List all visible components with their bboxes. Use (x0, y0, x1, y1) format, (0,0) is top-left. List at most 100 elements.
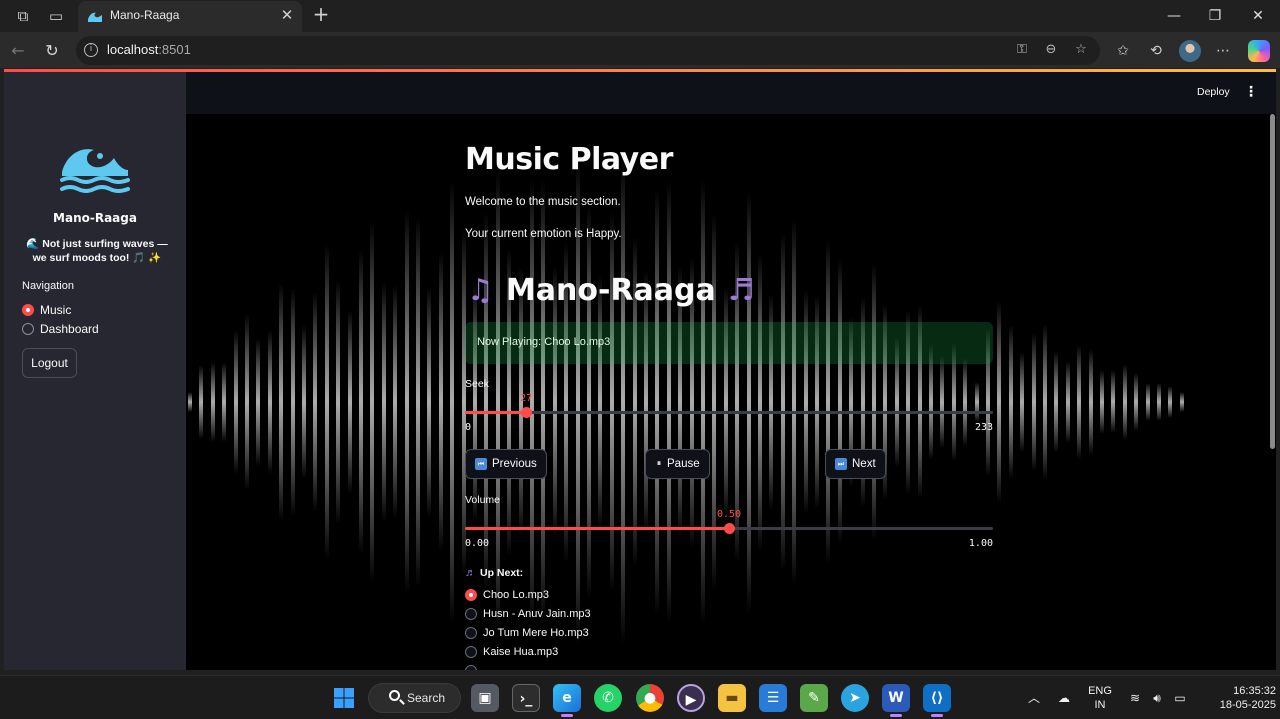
chrome-icon[interactable]: ● (636, 684, 664, 712)
volume-value: 0.50 (716, 509, 742, 520)
rewind-icon: ⏮ (475, 458, 487, 470)
minimize-icon[interactable]: — (1159, 4, 1189, 28)
word-icon[interactable]: W (882, 684, 910, 717)
radio-unselected[interactable] (465, 646, 477, 658)
favorite-star-icon[interactable]: ☆ (1072, 41, 1090, 59)
content-column: Music Player Welcome to the music sectio… (465, 114, 993, 670)
playlist-item[interactable]: Jo Tum Mere Ho.mp3 (465, 624, 589, 642)
more-options-icon[interactable]: ⋯ (1212, 40, 1234, 62)
telegram-icon[interactable]: ➤ (841, 684, 869, 712)
music-notes-icon: ♬ (465, 567, 476, 579)
tab-close-icon[interactable]: ✕ (278, 6, 296, 24)
now-playing-text: Now Playing: Choo Lo.mp3 (477, 336, 611, 348)
search-icon (389, 690, 400, 701)
battery-icon[interactable]: ▭ (1171, 689, 1189, 707)
main-menu-icon[interactable]: ⋮ (1244, 83, 1258, 101)
new-tab-icon[interactable]: + (310, 3, 332, 25)
media-player-icon[interactable]: ▶ (677, 684, 705, 712)
refresh-icon[interactable]: ↻ (41, 40, 63, 62)
up-next-heading: ♬ Up Next: (465, 567, 523, 579)
zoom-icon[interactable]: ⊖ (1042, 41, 1060, 59)
radio-unselected[interactable] (465, 665, 477, 670)
back-icon[interactable]: ← (7, 40, 29, 62)
close-window-icon[interactable]: ✕ (1243, 4, 1273, 28)
waveform-bar (210, 362, 215, 442)
address-bar[interactable]: i localhost:8501 ⚿ ⊖ ☆ (76, 36, 1100, 65)
language-indicator[interactable]: ENG IN (1084, 684, 1116, 712)
scrollbar[interactable] (1270, 114, 1275, 449)
favorites-icon[interactable]: ✩ (1112, 40, 1134, 62)
brand-heading-text: Mano-Raaga (505, 272, 716, 308)
radio-unselected[interactable] (465, 627, 477, 639)
url-host: localhost (107, 42, 159, 57)
waveform-bar (1077, 345, 1082, 459)
start-windows-icon[interactable] (330, 684, 358, 712)
waveform-bar (1145, 383, 1150, 421)
key-icon[interactable]: ⚿ (1013, 41, 1031, 59)
waveform-bar (245, 313, 249, 491)
music-note-icon: ♫ (467, 272, 494, 308)
radio-unselected[interactable] (22, 323, 34, 335)
copilot-icon[interactable] (1248, 40, 1270, 62)
seek-thumb[interactable] (521, 407, 533, 418)
edge-browser-icon[interactable]: e (553, 684, 581, 717)
whatsapp-icon[interactable]: ✆ (594, 684, 622, 712)
notepad-icon[interactable]: ☰ (759, 684, 787, 712)
deploy-button[interactable]: Deploy (1197, 86, 1230, 98)
url-text[interactable]: localhost:8501 (107, 42, 191, 57)
waveform-bar (370, 221, 375, 583)
waveform-bar (336, 279, 341, 525)
next-button[interactable]: ⏭ Next (825, 449, 886, 479)
waveform-bar (199, 365, 204, 439)
nav-option-dashboard[interactable]: Dashboard (22, 320, 99, 338)
volume-slider[interactable] (465, 523, 993, 534)
clock[interactable]: 16:35:32 18-05-2025 (1196, 684, 1276, 712)
tab-actions-icon[interactable]: ▭ (46, 6, 66, 26)
previous-button[interactable]: ⏮ Previous (465, 449, 547, 479)
clock-date: 18-05-2025 (1219, 699, 1276, 711)
clock-time: 16:35:32 (1233, 685, 1276, 697)
notes-app-icon[interactable]: ✎ (800, 684, 828, 712)
volume-icon[interactable]: 🔊︎ (1148, 689, 1166, 707)
site-info-icon[interactable]: i (84, 43, 98, 57)
profile-avatar[interactable] (1179, 40, 1201, 62)
radio-unselected[interactable] (465, 608, 477, 620)
vscode-icon[interactable]: ⟨⟩ (923, 684, 951, 717)
playlist-item[interactable]: Choo Lo.mp3 (465, 586, 549, 604)
pause-button[interactable]: ⏸ Pause (645, 449, 710, 479)
workspaces-icon[interactable]: ⧉ (13, 6, 33, 26)
taskbar-search[interactable]: Search (368, 683, 461, 713)
radio-selected[interactable] (465, 589, 477, 601)
playlist-item[interactable]: Kaise Hua.mp3 (465, 643, 558, 661)
wifi-icon[interactable]: ≋ (1126, 689, 1144, 707)
sidebar-tagline: 🌊 Not just surfing waves — we surf moods… (26, 238, 168, 264)
waveform-bar (359, 249, 363, 555)
waveform-bar (324, 244, 329, 560)
language-code: ENG (1088, 685, 1112, 697)
music-notes-icon: ♬ (727, 272, 755, 308)
seek-min: 0 (465, 422, 472, 433)
file-explorer-icon[interactable]: ▬ (718, 684, 746, 712)
playlist-item-partial[interactable] (465, 662, 477, 670)
sidebar: Mano-Raaga 🌊 Not just surfing waves — we… (4, 72, 186, 670)
taskbar: Search ▣ ›_ e ✆ ● ▶ ▬ ☰ ✎ ➤ W ⟨⟩ ︿ ☁ ENG… (0, 675, 1280, 719)
logout-button[interactable]: Logout (22, 348, 77, 378)
volume-thumb[interactable] (724, 523, 735, 534)
next-label: Next (852, 458, 876, 470)
browser-tab-active[interactable]: Mano-Raaga ✕ (78, 1, 302, 32)
playlist-item[interactable]: Husn - Anuv Jain.mp3 (465, 605, 591, 623)
onedrive-cloud-icon[interactable]: ☁ (1055, 689, 1073, 707)
waveform-bar (450, 181, 455, 623)
restore-icon[interactable]: ❐ (1200, 4, 1230, 28)
browser-toolbar: ← ↻ i localhost:8501 ⚿ ⊖ ☆ ✩ ⟲ ⋯ (0, 32, 1280, 68)
task-view-icon[interactable]: ▣ (471, 684, 499, 712)
search-label: Search (407, 691, 446, 705)
nav-option-music[interactable]: Music (22, 301, 71, 319)
seek-value: 27 (520, 393, 533, 404)
show-hidden-icons-icon[interactable]: ︿ (1025, 689, 1043, 707)
radio-selected[interactable] (22, 304, 34, 316)
waveform-bar (416, 216, 420, 587)
terminal-icon[interactable]: ›_ (512, 684, 540, 712)
seek-slider[interactable] (465, 407, 993, 418)
history-icon[interactable]: ⟲ (1145, 40, 1167, 62)
